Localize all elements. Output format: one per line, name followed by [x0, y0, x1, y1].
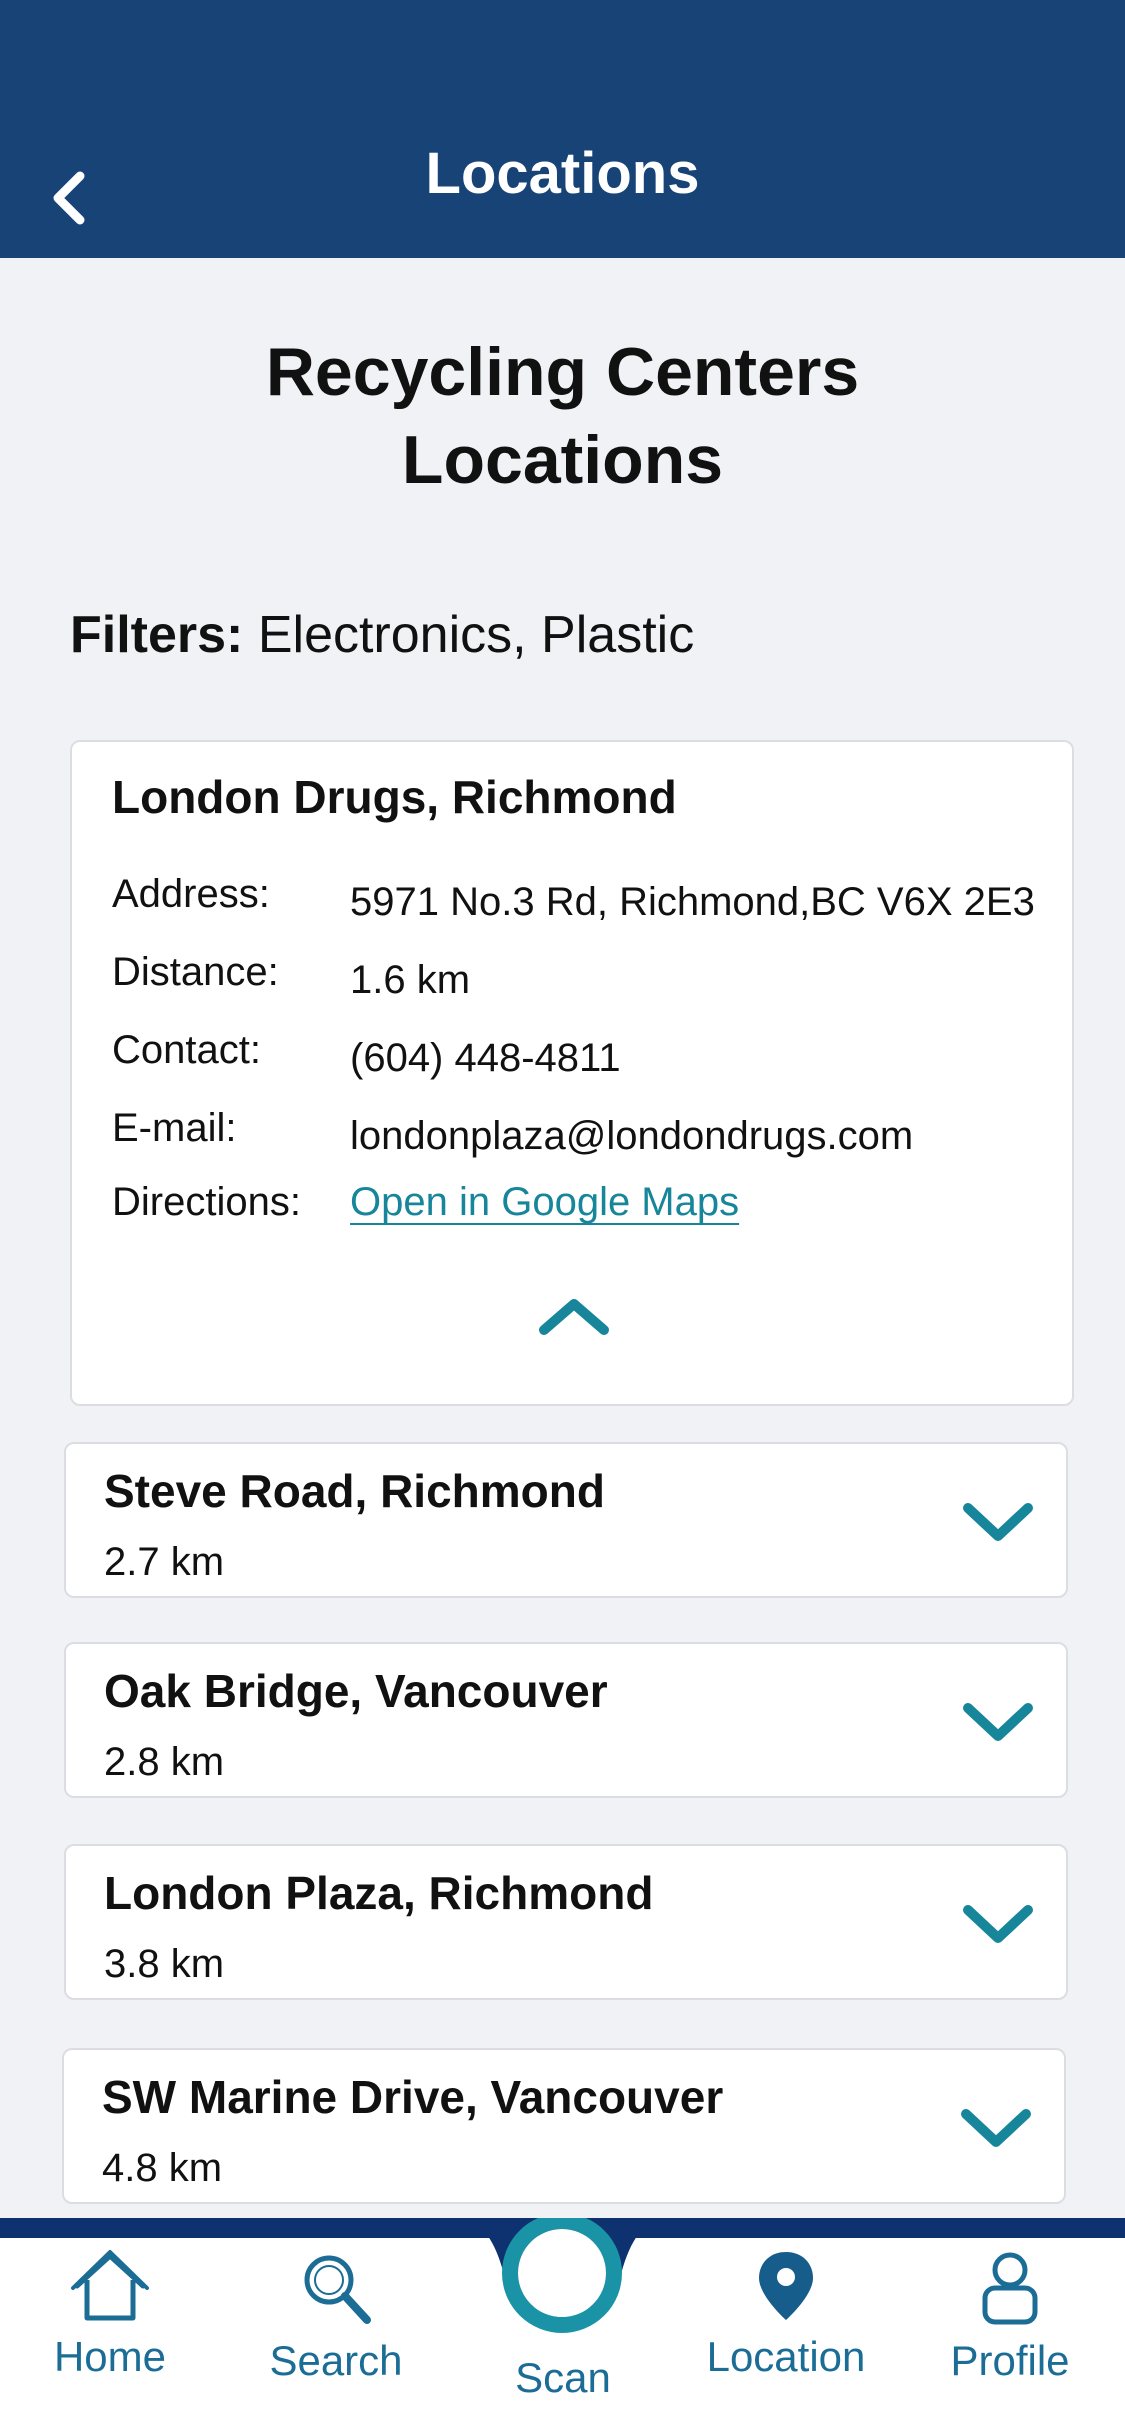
page-title: Recycling Centers Locations [0, 328, 1125, 504]
filters-value: Electronics, Plastic [257, 606, 695, 664]
scan-button-background [455, 2218, 670, 2333]
location-name: SW Marine Drive, Vancouver [102, 2071, 724, 2123]
chevron-down-icon [961, 2109, 1031, 2147]
location-name: London Drugs, Richmond [112, 771, 677, 823]
nav-location-label: Location [706, 2333, 866, 2380]
location-name: London Plaza, Richmond [104, 1867, 654, 1919]
collapse-button[interactable] [534, 1292, 614, 1342]
nav-search[interactable]: Search [236, 2248, 436, 2385]
location-distance: 4.8 km [102, 2146, 223, 2190]
location-distance: 2.8 km [104, 1740, 225, 1784]
nav-scan[interactable]: Scan [463, 2350, 663, 2402]
location-name: Steve Road, Richmond [104, 1465, 605, 1517]
location-name: Oak Bridge, Vancouver [104, 1665, 608, 1717]
email-value[interactable]: londonplaza@londondrugs.com [350, 1114, 913, 1159]
expand-button[interactable] [958, 2102, 1034, 2154]
location-card[interactable]: Steve Road, Richmond 2.7 km [64, 1442, 1068, 1598]
expand-button[interactable] [960, 1696, 1036, 1748]
location-distance: 2.7 km [104, 1540, 225, 1584]
chevron-down-icon [963, 1905, 1033, 1943]
address-label: Address: [112, 872, 270, 916]
distance-value: 1.6 km [350, 958, 471, 1002]
filters-summary: Filters: Electronics, Plastic [70, 605, 694, 665]
address-value: 5971 No.3 Rd, Richmond,BC V6X 2E3 [350, 880, 1035, 924]
location-card-expanded[interactable]: London Drugs, Richmond Address: 5971 No.… [70, 740, 1074, 1406]
nav-search-label: Search [269, 2337, 403, 2384]
location-card[interactable]: SW Marine Drive, Vancouver 4.8 km [62, 2048, 1066, 2204]
location-distance: 3.8 km [104, 1942, 225, 1986]
chevron-down-icon [963, 1503, 1033, 1541]
email-label: E-mail: [112, 1106, 237, 1150]
google-maps-link[interactable]: Open in Google Maps [350, 1180, 739, 1225]
nav-home[interactable]: Home [10, 2248, 210, 2381]
contact-value[interactable]: (604) 448-4811 [350, 1036, 621, 1081]
header-title: Locations [425, 141, 700, 206]
nav-home-label: Home [53, 2333, 167, 2380]
filters-label: Filters: [70, 606, 244, 664]
page-title-line-2: Locations [401, 422, 724, 498]
location-card[interactable]: London Plaza, Richmond 3.8 km [64, 1844, 1068, 2000]
directions-label: Directions: [112, 1180, 301, 1224]
app-header: Locations [0, 0, 1125, 258]
user-icon [982, 2252, 1038, 2325]
map-pin-icon [759, 2252, 813, 2320]
expand-button[interactable] [960, 1496, 1036, 1548]
chevron-down-icon [963, 1703, 1033, 1741]
nav-location[interactable]: Location [686, 2248, 886, 2381]
nav-profile[interactable]: Profile [910, 2248, 1110, 2385]
nav-profile-label: Profile [950, 2337, 1070, 2384]
page-title-line-1: Recycling Centers [265, 334, 860, 410]
search-icon [304, 2255, 371, 2324]
chevron-up-icon [539, 1299, 609, 1335]
distance-label: Distance: [112, 950, 279, 994]
expand-button[interactable] [960, 1898, 1036, 1950]
contact-label: Contact: [112, 1028, 261, 1072]
location-card[interactable]: Oak Bridge, Vancouver 2.8 km [64, 1642, 1068, 1798]
home-icon [71, 2250, 149, 2321]
nav-scan-label: Scan [515, 2354, 611, 2401]
